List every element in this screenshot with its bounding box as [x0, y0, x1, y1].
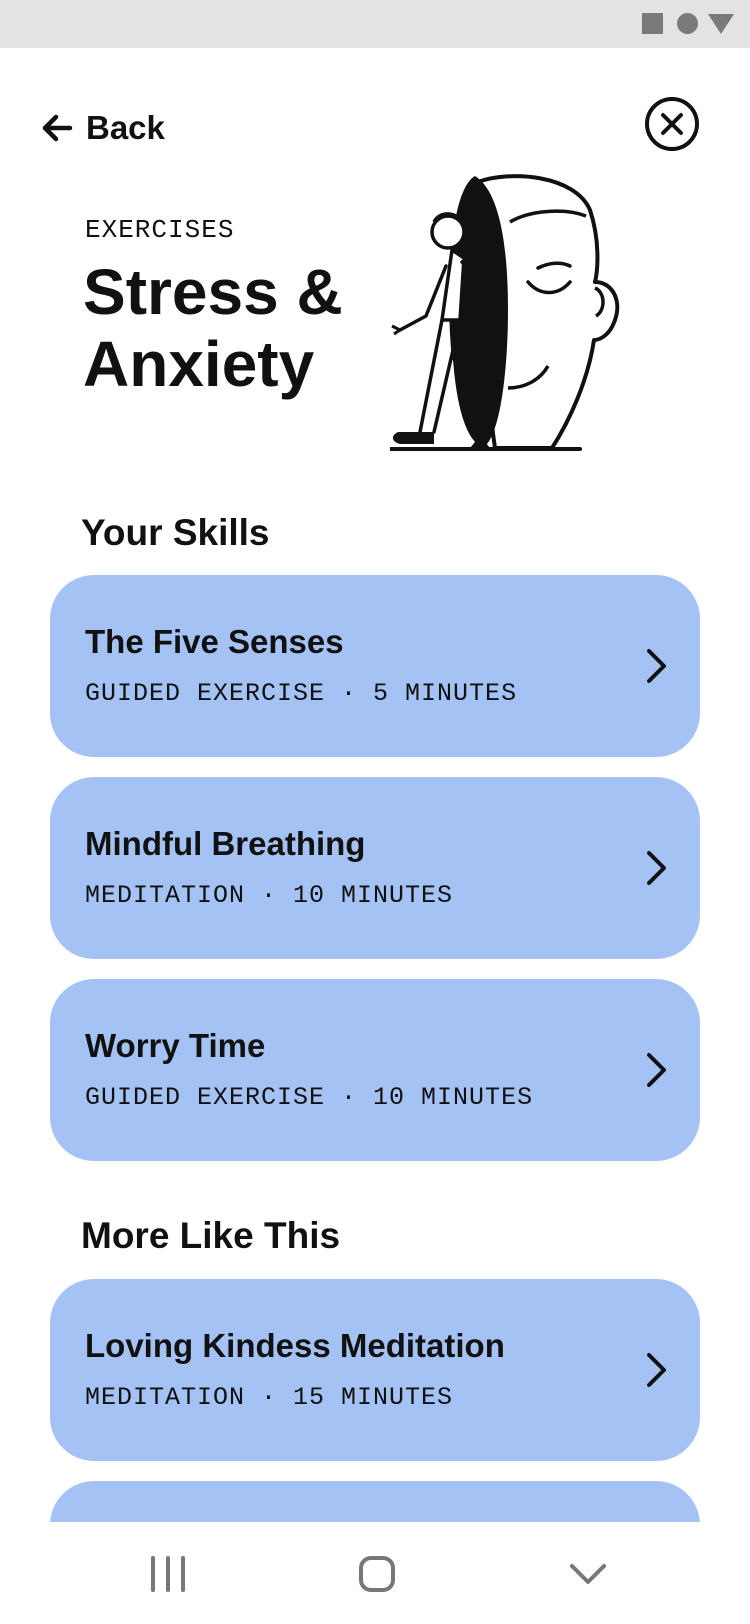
status-bar [0, 0, 750, 48]
chevron-right-icon [647, 649, 666, 683]
card-title: The Five Senses [85, 623, 344, 660]
card-title: Mindful Breathing [85, 825, 366, 862]
more-like-this-heading: More Like This [81, 1215, 341, 1256]
card-title: Worry Time [85, 1027, 266, 1064]
home-icon[interactable] [355, 1552, 399, 1596]
skill-card-five-senses[interactable]: The Five Senses GUIDED EXERCISE · 5 MINU… [50, 575, 700, 757]
chevron-right-icon [647, 851, 666, 885]
card-meta: GUIDED EXERCISE · 5 MINUTES [85, 679, 518, 708]
chevron-right-icon [647, 1353, 666, 1387]
chevron-right-icon [647, 1053, 666, 1087]
back-chevron-icon[interactable] [566, 1552, 610, 1596]
back-button[interactable]: Back [40, 104, 165, 152]
close-button[interactable] [645, 97, 699, 151]
back-label: Back [86, 109, 165, 146]
status-square-icon [642, 13, 663, 34]
more-card-loving-kindness[interactable]: Loving Kindess Meditation MEDITATION · 1… [50, 1279, 700, 1461]
card-meta: MEDITATION · 15 MINUTES [85, 1383, 454, 1412]
recent-apps-icon[interactable] [146, 1552, 190, 1596]
status-triangle-icon [708, 14, 734, 34]
skill-card-mindful-breathing[interactable]: Mindful Breathing MEDITATION · 10 MINUTE… [50, 777, 700, 959]
skill-card-worry-time[interactable]: Worry Time GUIDED EXERCISE · 10 MINUTES [50, 979, 700, 1161]
your-skills-heading: Your Skills [81, 512, 270, 553]
close-icon [661, 113, 683, 135]
category-eyebrow: EXERCISES [85, 215, 235, 245]
card-meta: GUIDED EXERCISE · 10 MINUTES [85, 1083, 534, 1112]
status-circle-icon [677, 13, 698, 34]
arrow-left-icon [42, 114, 73, 142]
card-title: Loving Kindess Meditation [85, 1327, 505, 1364]
system-nav-bar [0, 1522, 750, 1624]
page-title: Stress & Anxiety [83, 256, 343, 400]
head-portal-illustration [390, 174, 620, 451]
card-meta: MEDITATION · 10 MINUTES [85, 881, 454, 910]
